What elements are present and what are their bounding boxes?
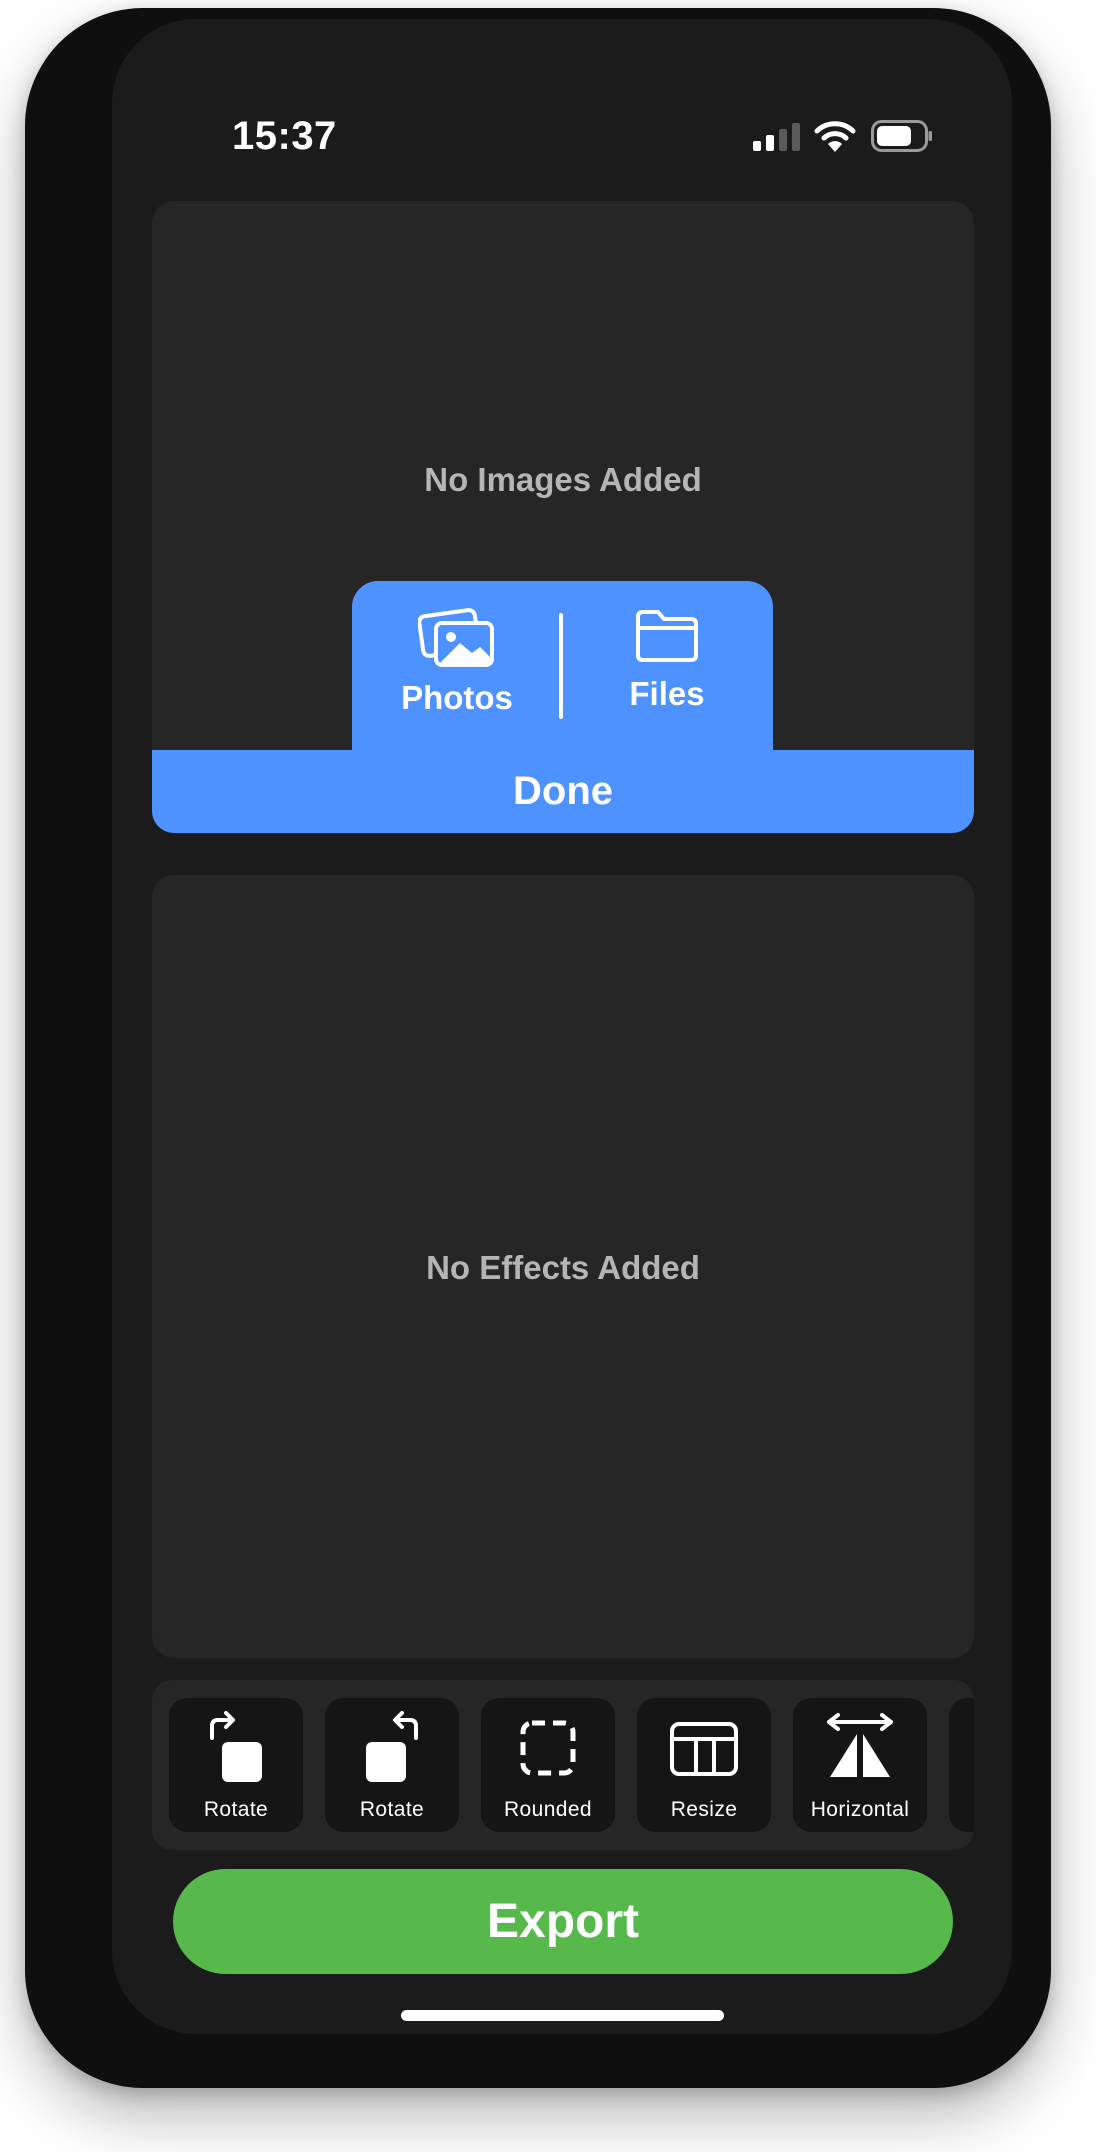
tool-rotate-left[interactable]: Rotate bbox=[325, 1698, 459, 1832]
tool-label: Rotate bbox=[203, 1798, 269, 1821]
tool-resize[interactable]: Resize bbox=[637, 1698, 771, 1832]
rotate-left-icon bbox=[366, 1711, 418, 1782]
tool-rotate-right[interactable]: Rotate bbox=[169, 1698, 303, 1832]
tool-label: Rounded bbox=[503, 1798, 593, 1821]
files-label: Files bbox=[629, 675, 705, 712]
done-button[interactable]: Done bbox=[152, 750, 974, 833]
tool-flip-horizontal[interactable]: Horizontal bbox=[793, 1698, 927, 1832]
cellular-signal-icon bbox=[753, 121, 800, 151]
tool-label: Rotate bbox=[359, 1798, 425, 1821]
tool-partial[interactable] bbox=[949, 1698, 974, 1832]
tool-label: Resize bbox=[670, 1798, 738, 1821]
phone-frame: 15:37 No Images Added Photos Files Done … bbox=[25, 8, 1051, 2088]
images-panel: No Images Added Photos Files Done bbox=[152, 201, 974, 833]
source-picker: Photos Files bbox=[352, 581, 773, 751]
battery-icon bbox=[871, 120, 932, 152]
photos-button[interactable]: Photos bbox=[362, 607, 552, 717]
effects-panel: No Effects Added bbox=[152, 875, 974, 1658]
resize-icon bbox=[670, 1722, 738, 1776]
flip-horizontal-icon bbox=[827, 1713, 893, 1777]
app-screen: 15:37 No Images Added Photos Files Done … bbox=[112, 19, 1012, 2034]
status-time: 15:37 bbox=[232, 114, 337, 158]
photos-icon bbox=[418, 608, 494, 667]
effects-toolbar[interactable]: Rotate Rotate Rounded Resize Horizontal bbox=[152, 1680, 974, 1850]
home-indicator bbox=[401, 2010, 724, 2021]
status-bar: 15:37 bbox=[112, 19, 1012, 169]
folder-icon bbox=[636, 610, 698, 662]
tool-rounded[interactable]: Rounded bbox=[481, 1698, 615, 1832]
rotate-right-icon bbox=[210, 1711, 262, 1782]
no-effects-placeholder: No Effects Added bbox=[426, 1249, 700, 1286]
tool-label: Horizontal bbox=[810, 1798, 910, 1821]
files-button[interactable]: Files bbox=[572, 607, 762, 713]
rounded-corners-icon bbox=[520, 1720, 576, 1776]
export-button[interactable]: Export bbox=[173, 1869, 953, 1974]
photos-label: Photos bbox=[401, 679, 513, 716]
wifi-icon bbox=[814, 121, 856, 152]
source-divider bbox=[559, 613, 563, 719]
no-images-placeholder: No Images Added bbox=[424, 461, 702, 498]
